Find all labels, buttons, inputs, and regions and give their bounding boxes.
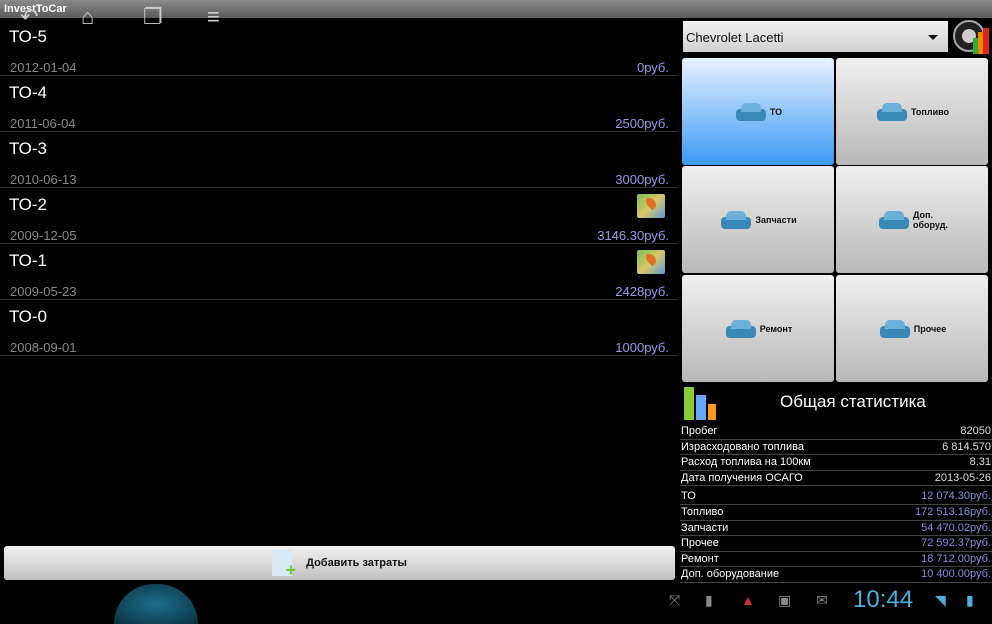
stat-value: 172 513.16руб. <box>914 505 991 518</box>
add-document-icon <box>272 550 296 581</box>
expense-list: ТО-5 2012-01-04 0руб. ТО-4 2011-06-04 2500ру… <box>0 20 678 356</box>
category-button-to[interactable]: ТО <box>682 58 834 165</box>
car-lift-icon <box>734 99 768 125</box>
stat-value: 6 814.570 <box>942 440 991 453</box>
stat-row: Топливо 172 513.16руб. <box>680 505 992 521</box>
back-icon[interactable]: ↶ <box>20 4 38 30</box>
car-fuel-icon <box>875 99 909 125</box>
sd-card-icon: ▮ <box>705 592 713 608</box>
category-label: ТО <box>769 106 783 117</box>
entry-amount: 0руб. <box>636 60 669 75</box>
battery-icon: ▮ <box>966 592 974 608</box>
category-label: Ремонт <box>759 323 793 334</box>
car-parts-icon <box>719 207 753 233</box>
stat-value: 18 712.00руб. <box>921 552 991 565</box>
category-label: Доп. оборуд. <box>913 209 948 230</box>
stat-value: 10 400.00руб. <box>921 568 991 581</box>
add-expense-label: Добавить затраты <box>306 557 407 569</box>
list-item[interactable]: ТО-2 2009-12-05 3146.30руб. <box>0 188 678 244</box>
stat-value: 72 592.37руб. <box>921 537 991 550</box>
entry-title: ТО-4 <box>9 83 47 102</box>
stats-header: Общая статистика <box>680 384 992 422</box>
stat-value: 82050 <box>960 425 991 437</box>
list-item[interactable]: ТО-5 2012-01-04 0руб. <box>0 20 678 76</box>
entry-amount: 2428руб. <box>615 284 669 299</box>
list-item[interactable]: ТО-0 2008-09-01 1000руб. <box>0 300 678 356</box>
fullscreen-icon[interactable]: ⤧ <box>669 592 685 608</box>
stat-label: Доп. оборудование <box>681 568 780 581</box>
entry-amount: 2500руб. <box>615 116 669 131</box>
entry-title: ТО-1 <box>9 251 47 270</box>
stat-value: 54 470.02руб. <box>921 521 991 534</box>
category-button-fuel[interactable]: Топливо <box>836 58 988 165</box>
chevron-down-icon <box>928 35 938 40</box>
entry-amount: 1000руб. <box>615 340 669 355</box>
car-select-value: Chevrolet Lacetti <box>686 30 784 45</box>
entry-title: ТО-3 <box>9 139 47 158</box>
entry-title: ТО-2 <box>9 195 47 214</box>
image-icon: ▣ <box>778 592 792 608</box>
list-item[interactable]: ТО-4 2011-06-04 2500руб. <box>0 76 678 132</box>
mail-icon: ✉ <box>816 592 828 608</box>
stat-value: 8.31 <box>969 456 991 469</box>
stat-label: Дата получения ОСАГО <box>681 471 803 484</box>
status-clock: 10:44 <box>853 586 914 613</box>
stat-row: Дата получения ОСАГО 2013-05-26 <box>680 471 992 487</box>
stat-row: Израсходовано топлива 6 814.570 <box>680 440 992 456</box>
home-icon[interactable]: ⌂ <box>81 4 94 30</box>
stat-label: Прочее <box>681 537 719 550</box>
stat-label: Топливо <box>681 505 724 518</box>
stats-title: Общая статистика <box>780 392 926 411</box>
entry-date: 2008-09-01 <box>10 340 77 355</box>
entry-amount: 3000руб. <box>615 172 669 187</box>
category-button-other[interactable]: Прочее <box>836 275 988 382</box>
entry-date: 2010-06-13 <box>10 172 77 187</box>
category-label: Прочее <box>913 323 947 334</box>
category-label: Топливо <box>910 106 950 117</box>
app-logo-icon[interactable] <box>953 18 990 56</box>
stat-label: Израсходовано топлива <box>681 440 804 453</box>
car-select[interactable]: Chevrolet Lacetti <box>683 21 948 52</box>
menu-icon[interactable]: ≡ <box>207 4 220 30</box>
bar-chart-icon <box>684 387 716 420</box>
stat-value: 12 074.30руб. <box>921 490 991 503</box>
stat-label: Запчасти <box>681 521 729 534</box>
stat-label: ТО <box>681 490 696 503</box>
stat-row: Доп. оборудование 10 400.00руб. <box>680 567 992 583</box>
category-label: Запчасти <box>755 214 797 225</box>
entry-date: 2012-01-04 <box>10 60 77 75</box>
add-expense-button[interactable]: Добавить затраты <box>4 546 675 581</box>
entry-title: ТО-5 <box>9 27 47 46</box>
list-item[interactable]: ТО-3 2010-06-13 3000руб. <box>0 132 678 188</box>
wifi-icon: ◥ <box>935 592 946 608</box>
entry-amount: 3146.30руб. <box>597 228 669 243</box>
warning-icon: ▲ <box>741 592 755 608</box>
recent-apps-icon[interactable]: ❐ <box>143 4 163 30</box>
category-button-repair[interactable]: Ремонт <box>682 275 834 382</box>
car-other-icon <box>878 316 912 342</box>
category-button-equipment[interactable]: Доп. оборуд. <box>836 166 988 273</box>
stat-row: Пробег 82050 <box>680 424 992 440</box>
map-icon[interactable] <box>637 250 665 274</box>
stat-row: Расход топлива на 100км 8.31 <box>680 455 992 471</box>
stat-label: Пробег <box>681 425 718 437</box>
stat-row: Ремонт 18 712.00руб. <box>680 552 992 568</box>
entry-date: 2009-05-23 <box>10 284 77 299</box>
stat-label: Ремонт <box>681 552 719 565</box>
list-item[interactable]: ТО-1 2009-05-23 2428руб. <box>0 244 678 300</box>
entry-date: 2011-06-04 <box>10 116 76 131</box>
map-icon[interactable] <box>637 194 665 218</box>
stat-value: 2013-05-26 <box>934 471 991 484</box>
stat-row: ТО 12 074.30руб. <box>680 489 992 505</box>
stat-row: Запчасти 54 470.02руб. <box>680 521 992 537</box>
entry-title: ТО-0 <box>9 307 47 326</box>
category-button-parts[interactable]: Запчасти <box>682 166 834 273</box>
stat-label: Расход топлива на 100км <box>681 456 811 469</box>
stats-table: Пробег 82050 Израсходовано топлива 6 814.5… <box>680 424 992 583</box>
car-equipment-icon <box>877 207 911 233</box>
stat-row: Прочее 72 592.37руб. <box>680 536 992 552</box>
entry-date: 2009-12-05 <box>10 228 77 243</box>
car-repair-icon <box>724 316 758 342</box>
